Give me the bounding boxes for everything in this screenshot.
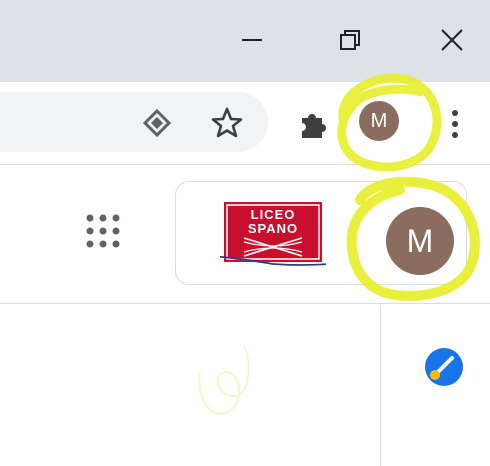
logo-line-2: SPANO — [248, 221, 298, 236]
kebab-menu-icon — [452, 110, 458, 138]
restore-button[interactable] — [330, 20, 370, 60]
restore-icon — [340, 30, 360, 50]
profile-initial: M — [370, 109, 388, 132]
liceo-spano-logo: LICEO SPANO — [189, 200, 331, 268]
account-initial: M — [406, 222, 434, 259]
close-icon — [441, 29, 463, 51]
google-apps-button[interactable] — [84, 212, 122, 250]
profile-avatar-button[interactable]: M — [359, 101, 399, 141]
apps-grid-icon — [86, 214, 120, 248]
faint-scribble — [198, 345, 250, 415]
browser-window: M LICEO SPANO M — [0, 0, 490, 466]
tasks-icon — [425, 348, 463, 386]
minimize-button[interactable] — [232, 20, 272, 60]
google-lens-icon — [142, 108, 172, 138]
google-tasks-button[interactable] — [424, 347, 464, 387]
title-bar — [0, 0, 490, 82]
minimize-icon — [242, 39, 262, 41]
bookmark-button[interactable] — [208, 104, 246, 142]
browser-toolbar — [0, 82, 490, 165]
puzzle-icon — [302, 114, 326, 138]
close-button[interactable] — [432, 20, 472, 60]
browser-menu-button[interactable] — [444, 104, 466, 144]
google-lens-button[interactable] — [140, 106, 174, 140]
side-panel-divider — [380, 305, 381, 466]
extensions-button[interactable] — [294, 104, 334, 144]
account-avatar-button[interactable]: M — [386, 207, 454, 275]
star-icon — [211, 107, 243, 138]
logo-line-1: LICEO — [251, 207, 296, 222]
